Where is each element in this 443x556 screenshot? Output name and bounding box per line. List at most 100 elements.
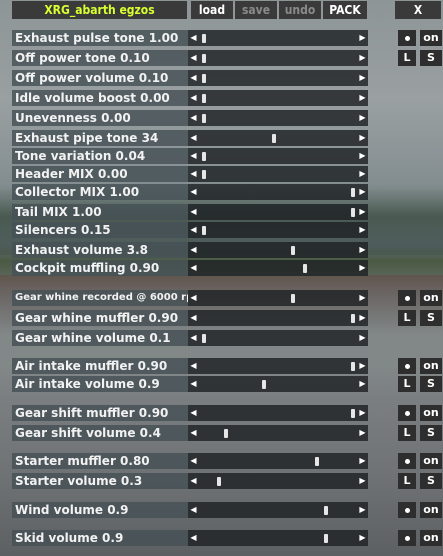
on-button[interactable]: on (420, 30, 442, 46)
on-button[interactable]: on (420, 530, 442, 546)
slider-track[interactable]: ◀ ▶ (188, 204, 368, 220)
slider-thumb[interactable] (324, 534, 328, 543)
slider-thumb[interactable] (202, 170, 206, 179)
arrow-left-icon[interactable]: ◀ (188, 310, 199, 326)
slider-track[interactable]: ◀ ▶ (188, 242, 368, 258)
slider-thumb[interactable] (324, 506, 328, 515)
arrow-left-icon[interactable]: ◀ (188, 110, 199, 126)
dot-button[interactable] (398, 530, 416, 546)
arrow-left-icon[interactable]: ◀ (188, 30, 199, 46)
slider-track[interactable]: ◀ ▶ (188, 530, 368, 546)
slider-track[interactable]: ◀ ▶ (188, 90, 368, 106)
slider-thumb[interactable] (315, 457, 319, 466)
arrow-left-icon[interactable]: ◀ (188, 242, 199, 258)
slider-thumb[interactable] (291, 294, 295, 303)
arrow-right-icon[interactable]: ▶ (357, 310, 368, 326)
arrow-right-icon[interactable]: ▶ (357, 242, 368, 258)
arrow-left-icon[interactable]: ◀ (188, 184, 199, 200)
arrow-right-icon[interactable]: ▶ (357, 530, 368, 546)
l-button[interactable]: L (398, 376, 416, 392)
arrow-right-icon[interactable]: ▶ (357, 290, 368, 306)
dot-button[interactable] (398, 358, 416, 374)
on-button[interactable]: on (420, 453, 442, 469)
dot-button[interactable] (398, 290, 416, 306)
slider-thumb[interactable] (202, 334, 206, 343)
arrow-left-icon[interactable]: ◀ (188, 130, 199, 146)
l-button[interactable]: L (398, 425, 416, 441)
slider-thumb[interactable] (224, 429, 228, 438)
arrow-left-icon[interactable]: ◀ (188, 425, 199, 441)
arrow-left-icon[interactable]: ◀ (188, 50, 199, 66)
arrow-right-icon[interactable]: ▶ (357, 453, 368, 469)
slider-track[interactable]: ◀ ▶ (188, 110, 368, 126)
arrow-left-icon[interactable]: ◀ (188, 473, 199, 489)
on-button[interactable]: on (420, 358, 442, 374)
arrow-right-icon[interactable]: ▶ (357, 473, 368, 489)
slider-track[interactable]: ◀ ▶ (188, 290, 368, 306)
arrow-left-icon[interactable]: ◀ (188, 260, 199, 276)
dot-button[interactable] (398, 502, 416, 518)
arrow-left-icon[interactable]: ◀ (188, 166, 199, 182)
dot-button[interactable] (398, 30, 416, 46)
arrow-right-icon[interactable]: ▶ (357, 90, 368, 106)
close-button[interactable]: X (395, 1, 441, 19)
load-button[interactable]: load (191, 1, 233, 19)
arrow-right-icon[interactable]: ▶ (357, 148, 368, 164)
slider-track[interactable]: ◀ ▶ (188, 260, 368, 276)
arrow-left-icon[interactable]: ◀ (188, 330, 199, 346)
slider-thumb[interactable] (351, 314, 355, 323)
slider-thumb[interactable] (202, 94, 206, 103)
slider-thumb[interactable] (202, 54, 206, 63)
slider-track[interactable]: ◀ ▶ (188, 148, 368, 164)
on-button[interactable]: on (420, 290, 442, 306)
slider-track[interactable]: ◀ ▶ (188, 130, 368, 146)
arrow-left-icon[interactable]: ◀ (188, 222, 199, 238)
s-button[interactable]: S (420, 473, 442, 489)
arrow-left-icon[interactable]: ◀ (188, 358, 199, 374)
arrow-right-icon[interactable]: ▶ (357, 130, 368, 146)
slider-track[interactable]: ◀ ▶ (188, 473, 368, 489)
slider-track[interactable]: ◀ ▶ (188, 70, 368, 86)
slider-thumb[interactable] (272, 134, 276, 143)
slider-thumb[interactable] (217, 477, 221, 486)
slider-track[interactable]: ◀ ▶ (188, 453, 368, 469)
arrow-right-icon[interactable]: ▶ (357, 184, 368, 200)
slider-track[interactable]: ◀ ▶ (188, 502, 368, 518)
slider-track[interactable]: ◀ ▶ (188, 222, 368, 238)
dot-button[interactable] (398, 405, 416, 421)
slider-track[interactable]: ◀ ▶ (188, 405, 368, 421)
arrow-right-icon[interactable]: ▶ (357, 166, 368, 182)
slider-track[interactable]: ◀ ▶ (188, 184, 368, 200)
slider-track[interactable]: ◀ ▶ (188, 330, 368, 346)
slider-track[interactable]: ◀ ▶ (188, 425, 368, 441)
arrow-left-icon[interactable]: ◀ (188, 453, 199, 469)
save-button[interactable]: save (235, 1, 277, 19)
arrow-right-icon[interactable]: ▶ (357, 204, 368, 220)
slider-thumb[interactable] (202, 74, 206, 83)
arrow-right-icon[interactable]: ▶ (357, 50, 368, 66)
slider-thumb[interactable] (351, 362, 355, 371)
s-button[interactable]: S (420, 425, 442, 441)
slider-thumb[interactable] (291, 246, 295, 255)
arrow-left-icon[interactable]: ◀ (188, 405, 199, 421)
arrow-right-icon[interactable]: ▶ (357, 70, 368, 86)
slider-track[interactable]: ◀ ▶ (188, 376, 368, 392)
slider-thumb[interactable] (351, 188, 355, 197)
arrow-left-icon[interactable]: ◀ (188, 502, 199, 518)
slider-thumb[interactable] (351, 409, 355, 418)
on-button[interactable]: on (420, 405, 442, 421)
arrow-left-icon[interactable]: ◀ (188, 70, 199, 86)
slider-thumb[interactable] (303, 264, 307, 273)
arrow-left-icon[interactable]: ◀ (188, 204, 199, 220)
arrow-right-icon[interactable]: ▶ (357, 30, 368, 46)
arrow-left-icon[interactable]: ◀ (188, 90, 199, 106)
slider-track[interactable]: ◀ ▶ (188, 310, 368, 326)
arrow-right-icon[interactable]: ▶ (357, 222, 368, 238)
dot-button[interactable] (398, 453, 416, 469)
s-button[interactable]: S (420, 50, 442, 66)
arrow-left-icon[interactable]: ◀ (188, 148, 199, 164)
on-button[interactable]: on (420, 502, 442, 518)
slider-track[interactable]: ◀ ▶ (188, 358, 368, 374)
l-button[interactable]: L (398, 473, 416, 489)
arrow-right-icon[interactable]: ▶ (357, 110, 368, 126)
